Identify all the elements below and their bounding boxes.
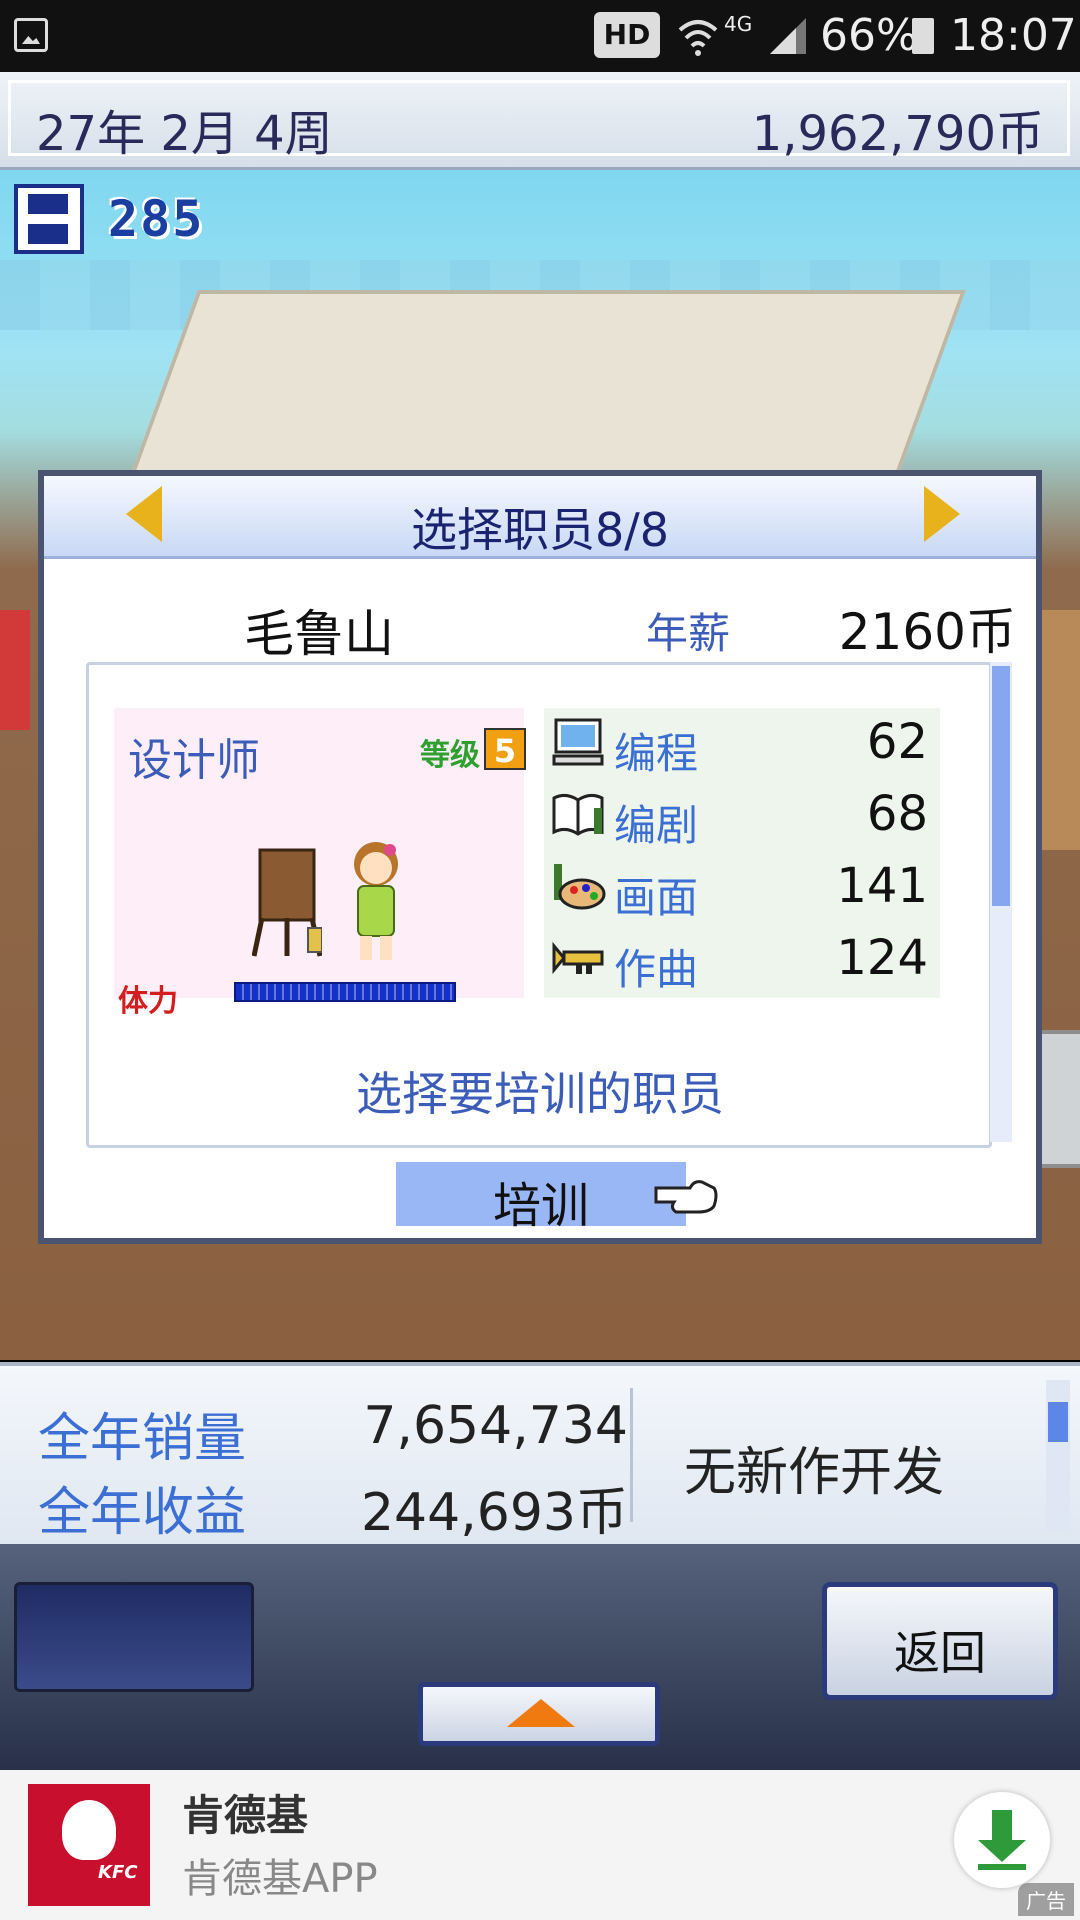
level-value: 5: [484, 728, 526, 770]
network-type: 4G: [724, 12, 753, 36]
train-button-label[interactable]: 培训: [396, 1166, 686, 1236]
menu-slot[interactable]: [14, 1582, 254, 1692]
stamina-label: 体力: [118, 984, 178, 1019]
signal-icon: [770, 18, 806, 54]
sales-scroll-thumb[interactable]: [1048, 1402, 1068, 1442]
stat-value: 141: [836, 858, 928, 914]
stamina-bar: [234, 982, 456, 1002]
stat-label: 编剧: [614, 801, 699, 850]
download-icon[interactable]: [954, 1792, 1050, 1888]
vending-machine: [0, 610, 30, 730]
divider: [630, 1388, 633, 1522]
back-button-label: 返回: [894, 1626, 986, 1680]
back-button[interactable]: 返回: [822, 1582, 1058, 1700]
designer-character-icon: [354, 842, 398, 960]
save-disk-icon[interactable]: [14, 184, 84, 254]
trumpet-icon: [552, 941, 604, 975]
office-roof: [122, 290, 966, 498]
instruction-text: 选择要培训的职员: [356, 1067, 724, 1121]
ad-label: 广告: [1018, 1883, 1074, 1916]
development-status: 无新作开发: [684, 1443, 945, 1503]
pointing-hand-icon: [654, 1180, 718, 1214]
hd-badge: HD: [594, 12, 660, 58]
select-staff-dialog: 选择职员8/8 毛鲁山 年薪 2160币 设计师 等级 5 体力 编程 62 编…: [38, 470, 1042, 1244]
stat-value: 62: [866, 714, 928, 770]
annual-sales-label: 全年销量: [38, 1409, 247, 1469]
stat-row-music: 作曲 124: [544, 924, 940, 996]
battery-percent: 66%: [820, 10, 918, 61]
annual-revenue-value: 244,693币: [360, 1483, 628, 1543]
computer-icon: [552, 718, 604, 766]
employee-role: 设计师: [128, 735, 260, 786]
expand-up-button[interactable]: [418, 1682, 660, 1746]
stat-value: 124: [836, 930, 928, 986]
easel-icon: [252, 848, 322, 957]
card-scroll-thumb[interactable]: [992, 666, 1010, 906]
book-icon: [552, 793, 604, 836]
palette-icon: [554, 864, 606, 910]
stat-value: 68: [866, 786, 928, 842]
stat-label: 编程: [614, 729, 699, 778]
game-date: 27年 2月 4周: [36, 106, 333, 162]
funds: 1,962,790币: [751, 106, 1044, 162]
employee-name: 毛鲁山: [244, 605, 394, 663]
salary-value: 2160币: [838, 603, 1016, 661]
clock: 18:07: [950, 10, 1077, 61]
dialog-header: 选择职员8/8: [44, 476, 1036, 559]
stat-row-programming: 编程 62: [544, 708, 940, 780]
stat-row-graphics: 画面 141: [544, 852, 940, 924]
shelf: [1040, 610, 1080, 850]
sales-summary-panel: 全年销量 7,654,734 全年收益 244,693币 无新作开发: [0, 1362, 1080, 1548]
gallery-notification-icon: [14, 18, 48, 52]
battery-icon: [912, 18, 934, 54]
wifi-icon: [678, 20, 718, 56]
annual-revenue-label: 全年收益: [38, 1483, 247, 1543]
ad-subtitle: 肯德基APP: [182, 1856, 378, 1902]
stat-label: 作曲: [614, 945, 699, 994]
download-icon-base: [978, 1864, 1026, 1870]
game-top-bar: 27年 2月 4周 1,962,790币: [0, 72, 1080, 171]
kfc-logo-icon: [28, 1784, 150, 1906]
next-arrow-icon[interactable]: [924, 486, 960, 542]
status-bar: HD 4G 66% 18:07: [0, 0, 1080, 72]
salary-label: 年薪: [646, 609, 731, 658]
annual-sales-value: 7,654,734: [363, 1396, 628, 1456]
dialog-title: 选择职员8/8: [410, 503, 670, 557]
control-bar: 返回: [0, 1544, 1080, 1770]
save-count: 285: [108, 190, 205, 248]
level-label: 等级: [420, 738, 480, 773]
ad-banner[interactable]: 肯德基 肯德基APP 广告: [0, 1770, 1080, 1920]
stat-row-scenario: 编剧 68: [544, 780, 940, 852]
ad-title: 肯德基: [182, 1791, 309, 1840]
stat-label: 画面: [614, 873, 699, 922]
